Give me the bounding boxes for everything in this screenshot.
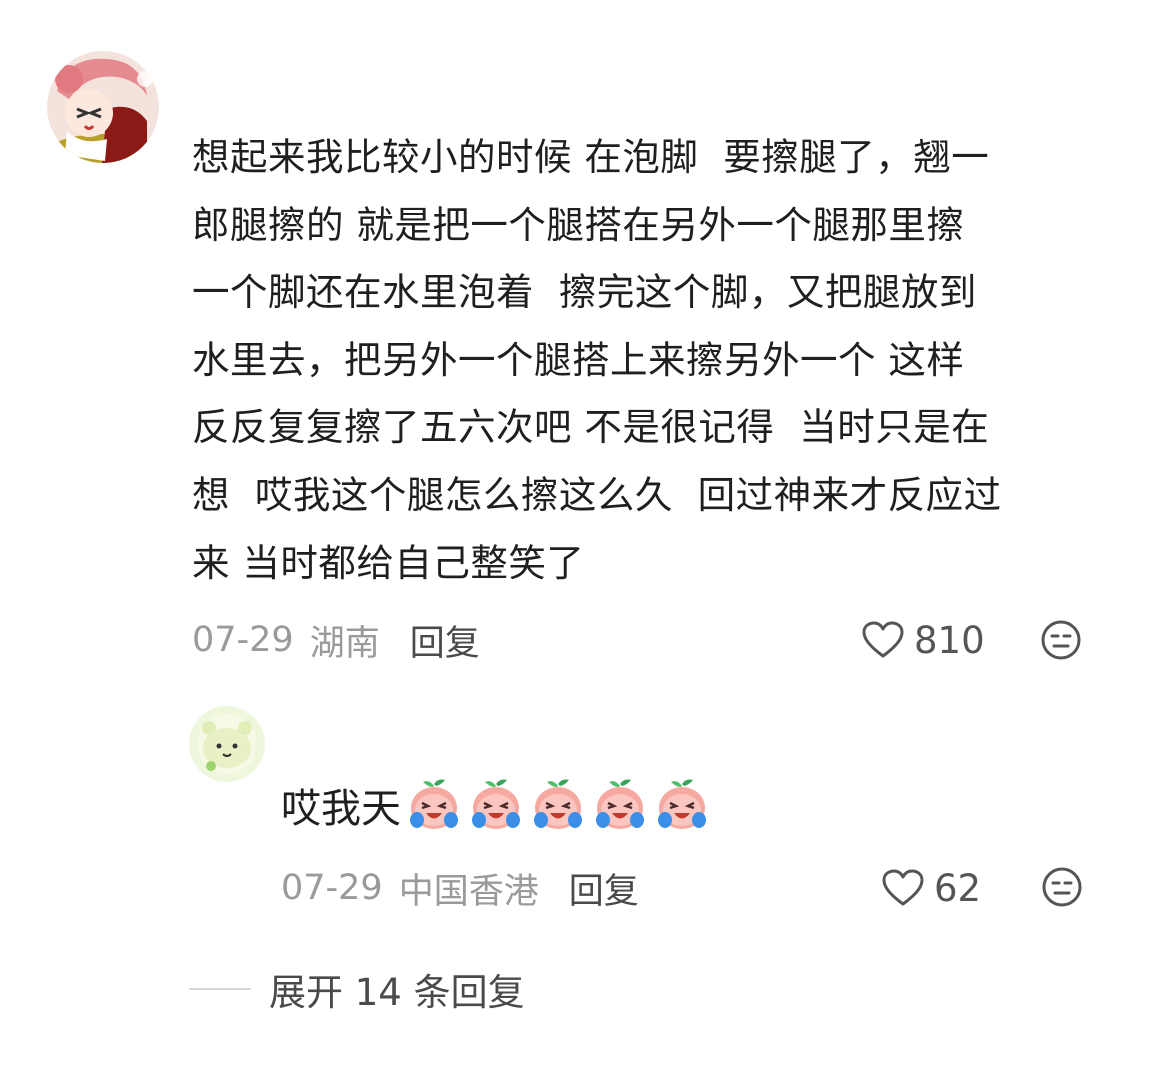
reply-text: 哎我天 (281, 786, 401, 832)
crying-peach-emoji (658, 779, 706, 829)
crying-peach-emoji (596, 779, 644, 829)
commenter-avatar[interactable] (47, 51, 159, 163)
heart-icon (882, 869, 924, 906)
expand-replies-label: 展开 14 条回复 (269, 971, 525, 1014)
reply-date: 07-29 (281, 868, 383, 908)
heart-icon (862, 621, 904, 658)
reply-meta: 07-29 中国香港 回复 (281, 862, 639, 914)
comment-date: 07-29 (192, 620, 294, 660)
crying-peach-emoji (410, 779, 458, 829)
unamused-face-icon (1041, 620, 1081, 660)
unamused-face-icon (1042, 867, 1082, 907)
reply-like-button[interactable]: 62 (882, 862, 981, 914)
reply-content: 哎我天 (281, 772, 715, 838)
divider-line (189, 988, 251, 990)
comment-text: 想起来我比较小的时候 在泡脚 要擦腿了，翘一 郎腿擦的 就是把一个腿搭在另外一个… (192, 135, 1002, 585)
like-count: 810 (914, 618, 985, 662)
crying-peach-emoji (534, 779, 582, 829)
emoji-row (405, 776, 715, 834)
expand-replies-button[interactable]: 展开 14 条回复 (189, 962, 525, 1016)
reply-button[interactable]: 回复 (410, 615, 480, 666)
reply-like-count: 62 (934, 866, 982, 910)
crying-peach-emoji (472, 779, 520, 829)
comment-meta: 07-29 湖南 回复 (192, 614, 480, 666)
reply-to-reply-button[interactable]: 回复 (569, 863, 639, 914)
comment-location: 湖南 (309, 623, 380, 664)
reply-location: 中国香港 (398, 871, 539, 912)
reply-dislike-button[interactable] (1041, 866, 1083, 912)
like-button[interactable]: 810 (862, 614, 985, 666)
replier-avatar[interactable] (189, 706, 265, 782)
dislike-button[interactable] (1040, 619, 1082, 665)
